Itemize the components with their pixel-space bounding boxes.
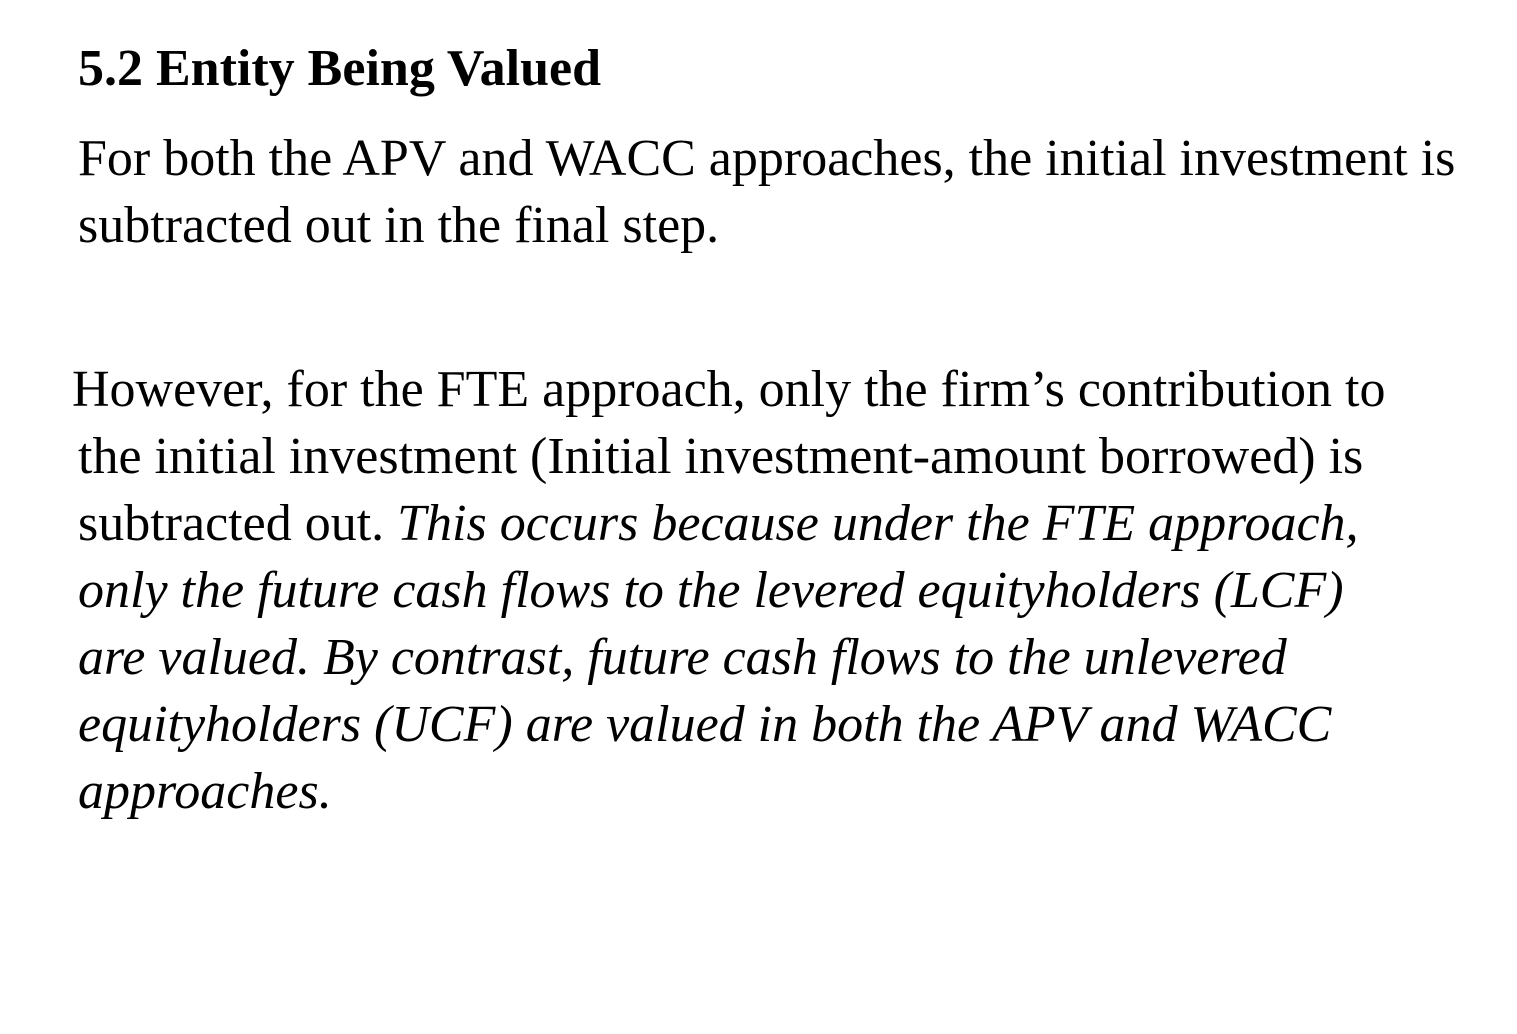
paragraph-fte-line-3-italic: This occurs because under the FTE approa… xyxy=(397,495,1359,552)
paragraph-fte: However, for the FTE approach, only the … xyxy=(72,356,1512,825)
paragraph-fte-line-4: only the future cash flows to the levere… xyxy=(78,562,1344,619)
paragraph-fte-line-3-plain: subtracted out. xyxy=(78,495,398,552)
paragraph-fte-line-7: approaches. xyxy=(78,763,332,820)
paragraph-fte-line-1: However, for the FTE approach, only the … xyxy=(72,361,1386,418)
document-page: 5.2 Entity Being Valued For both the APV… xyxy=(0,0,1517,1034)
paragraph-fte-line-2: the initial investment (Initial investme… xyxy=(78,428,1364,485)
section-heading: 5.2 Entity Being Valued xyxy=(78,40,602,97)
paragraph-intro: For both the APV and WACC approaches, th… xyxy=(78,130,1456,254)
paragraph-fte-line-3: subtracted out. This occurs because unde… xyxy=(72,490,1512,557)
paragraph-fte-line-5: are valued. By contrast, future cash flo… xyxy=(78,629,1287,686)
paragraph-fte-line-6: equityholders (UCF) are valued in both t… xyxy=(78,696,1332,753)
